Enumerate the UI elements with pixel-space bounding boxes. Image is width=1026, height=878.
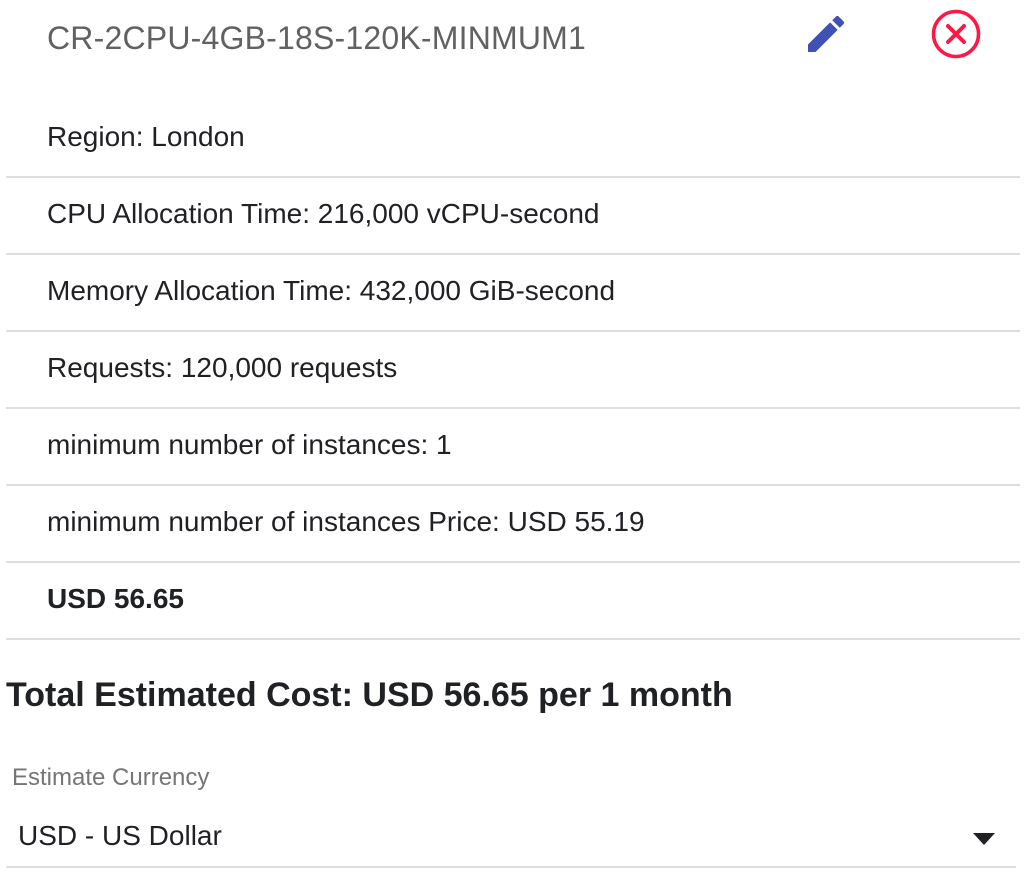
item-total-row: USD 56.65 <box>6 563 1020 640</box>
detail-row-min-instances-price: minimum number of instances Price: USD 5… <box>6 486 1020 563</box>
estimate-currency-label: Estimate Currency <box>12 764 210 791</box>
detail-text: Region: London <box>47 121 245 152</box>
detail-text: minimum number of instances Price: USD 5… <box>47 506 645 537</box>
detail-text: CPU Allocation Time: 216,000 vCPU-second <box>47 198 600 229</box>
detail-text: Memory Allocation Time: 432,000 GiB-seco… <box>47 275 616 306</box>
detail-row-region: Region: London <box>6 101 1020 178</box>
edit-item-button[interactable] <box>798 6 854 62</box>
detail-text: Requests: 120,000 requests <box>47 352 398 383</box>
close-circle-icon <box>931 9 981 59</box>
detail-text: minimum number of instances: 1 <box>47 429 452 460</box>
estimate-item-title: CR-2CPU-4GB-18S-120K-MINMUM1 <box>47 20 587 56</box>
delete-item-button[interactable] <box>928 6 984 62</box>
estimate-detail-list: Region: London CPU Allocation Time: 216,… <box>6 101 1020 640</box>
item-total-price: USD 56.65 <box>47 583 184 614</box>
detail-row-memory-allocation: Memory Allocation Time: 432,000 GiB-seco… <box>6 255 1020 332</box>
detail-row-requests: Requests: 120,000 requests <box>6 332 1020 409</box>
estimate-item-header: CR-2CPU-4GB-18S-120K-MINMUM1 <box>0 0 1026 100</box>
detail-row-min-instances: minimum number of instances: 1 <box>6 409 1020 486</box>
pencil-icon <box>808 15 845 53</box>
estimate-currency-field: Estimate Currency USD - US Dollar <box>6 760 1016 870</box>
currency-selected-value: USD - US Dollar <box>18 820 222 851</box>
detail-row-cpu-allocation: CPU Allocation Time: 216,000 vCPU-second <box>6 178 1020 255</box>
total-estimated-cost: Total Estimated Cost: USD 56.65 per 1 mo… <box>6 676 733 714</box>
estimate-currency-select[interactable]: USD - US Dollar <box>6 808 1016 868</box>
dropdown-arrow-icon <box>973 833 995 845</box>
